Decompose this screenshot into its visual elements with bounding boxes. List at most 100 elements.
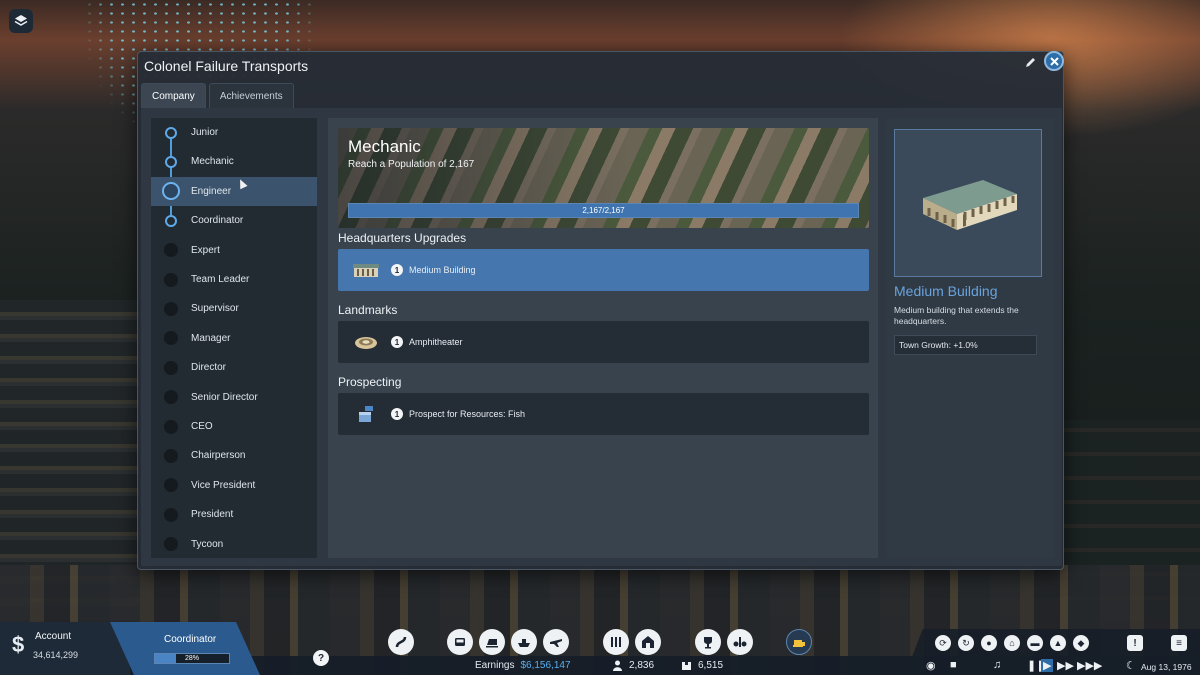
rank-item[interactable]: Junior: [151, 118, 317, 147]
account-panel[interactable]: $ Account 34,614,299: [0, 622, 130, 675]
rank-progress-bar: 2,167/2,167: [348, 203, 859, 218]
road-icon: [395, 636, 407, 648]
plane-icon: [550, 639, 562, 647]
ship-icon: [518, 639, 530, 647]
rank-item[interactable]: President: [151, 500, 317, 529]
town-overlay-button[interactable]: ⌂: [1004, 635, 1020, 651]
building-icon: [923, 180, 1017, 230]
pencil-icon: [1025, 57, 1035, 67]
rank-item[interactable]: CEO: [151, 412, 317, 441]
ship-tool-button[interactable]: [511, 629, 537, 655]
detail-stat: Town Growth: +1.0%: [894, 335, 1037, 355]
tab-achievements[interactable]: Achievements: [208, 83, 294, 108]
rank-label: Senior Director: [191, 391, 258, 403]
rank-label: Supervisor: [191, 303, 239, 315]
menu-button[interactable]: ≡: [1171, 635, 1187, 651]
tab-bar: Company Achievements: [141, 83, 294, 108]
reward-medium-building[interactable]: 1 Medium Building: [338, 249, 869, 291]
reward-amphitheater[interactable]: 1 Amphitheater: [338, 321, 869, 363]
day-night-button[interactable]: ☾: [1126, 659, 1136, 672]
person-icon: [613, 660, 622, 671]
rank-list: Junior Mechanic Engineer Coordinator Expert T…: [151, 118, 317, 558]
rank-item[interactable]: Director: [151, 353, 317, 382]
plane-tool-button[interactable]: [543, 629, 569, 655]
rank-item[interactable]: Engineer: [151, 176, 317, 206]
pin-icon: ●: [986, 638, 992, 648]
music-button[interactable]: ♫: [993, 659, 1001, 671]
game-date: Aug 13, 1976: [1141, 662, 1192, 672]
rank-item[interactable]: Team Leader: [151, 265, 317, 294]
rank-item[interactable]: Supervisor: [151, 294, 317, 323]
vehicle-overlay-button[interactable]: ▬: [1027, 635, 1043, 651]
achievements-button[interactable]: [695, 629, 721, 655]
rank-node-icon: [164, 478, 178, 493]
cargo-stat: 6,515: [681, 660, 723, 671]
rank-hud-label: Coordinator: [164, 634, 217, 645]
rank-label: Mechanic: [191, 156, 234, 168]
cargo-overlay-button[interactable]: ●: [981, 635, 997, 651]
rank-node-icon: [164, 390, 178, 405]
view-button[interactable]: ◉: [926, 659, 936, 672]
help-button[interactable]: ?: [313, 650, 329, 666]
train-icon: [486, 639, 498, 648]
rank-item[interactable]: Expert: [151, 236, 317, 265]
rename-button[interactable]: [1023, 55, 1037, 69]
reward-count-badge: 1: [391, 336, 403, 348]
fast-forward-button[interactable]: ▶▶: [1057, 659, 1074, 672]
reward-prospect-fish[interactable]: 1 Prospect for Resources: Fish: [338, 393, 869, 435]
rank-label: Manager: [191, 332, 231, 344]
line-overlay-button[interactable]: ↻: [958, 635, 974, 651]
factory-icon: ▲: [1053, 638, 1063, 648]
play-button[interactable]: ▶: [1041, 659, 1054, 672]
rank-item[interactable]: Chairperson: [151, 441, 317, 470]
rank-node-icon: [165, 155, 177, 168]
dollar-icon: $: [12, 632, 25, 657]
rank-item[interactable]: Mechanic: [151, 147, 317, 176]
reward-label: Prospect for Resources: Fish: [409, 409, 526, 419]
terrain-overlay-button[interactable]: ◆: [1073, 635, 1089, 651]
cargo-value: 6,515: [698, 660, 724, 671]
camera-button[interactable]: ■: [950, 659, 957, 671]
overlay-icon: ⟳: [939, 637, 947, 648]
rank-item[interactable]: Manager: [151, 324, 317, 353]
rank-item[interactable]: Tycoon: [151, 530, 317, 559]
layers-button[interactable]: [9, 9, 33, 33]
depot-tool-button[interactable]: [635, 629, 661, 655]
population-stat: 2,836: [612, 660, 654, 671]
rank-banner: Mechanic Reach a Population of 2,167 2,1…: [338, 128, 869, 228]
terminal-icon: [611, 637, 621, 647]
train-tool-button[interactable]: [479, 629, 505, 655]
terminal-tool-button[interactable]: [603, 629, 629, 655]
fastest-icon: ▶▶▶: [1077, 660, 1103, 672]
alerts-button[interactable]: !: [1127, 635, 1143, 651]
rank-label: Chairperson: [191, 450, 246, 462]
tab-company[interactable]: Company: [141, 83, 206, 108]
amphitheater-icon: [352, 331, 380, 353]
transport-overlay-button[interactable]: ⟳: [935, 635, 951, 651]
close-button[interactable]: [1044, 51, 1064, 71]
rank-item[interactable]: Vice President: [151, 471, 317, 500]
rank-label: Tycoon: [191, 538, 224, 550]
account-value: 34,614,299: [33, 650, 79, 660]
rank-label: Engineer: [191, 185, 232, 197]
road-tool-button[interactable]: [388, 629, 414, 655]
rank-progress-text: 2,167/2,167: [582, 206, 625, 215]
rank-node-icon: [162, 182, 180, 201]
fastest-button[interactable]: ▶▶▶: [1077, 659, 1102, 672]
manage-button[interactable]: [727, 629, 753, 655]
rank-item[interactable]: Senior Director: [151, 383, 317, 412]
rank-hud-percent: 28%: [184, 655, 199, 662]
rank-item[interactable]: Coordinator: [151, 206, 317, 235]
rank-details: Mechanic Reach a Population of 2,167 2,1…: [328, 118, 878, 558]
company-rank-panel[interactable]: Coordinator 28%: [110, 622, 260, 675]
industry-overlay-button[interactable]: ▲: [1050, 635, 1066, 651]
rank-label: CEO: [191, 421, 213, 432]
bus-tool-button[interactable]: [447, 629, 473, 655]
rank-label: President: [191, 509, 234, 521]
earnings-value: $6,156,147: [520, 660, 571, 671]
trophy-icon: [704, 637, 712, 649]
rank-node-icon: [164, 243, 178, 258]
bulldoze-button[interactable]: [786, 629, 812, 655]
fast-forward-icon: ▶▶: [1057, 660, 1074, 672]
rank-label: Vice President: [191, 479, 256, 491]
